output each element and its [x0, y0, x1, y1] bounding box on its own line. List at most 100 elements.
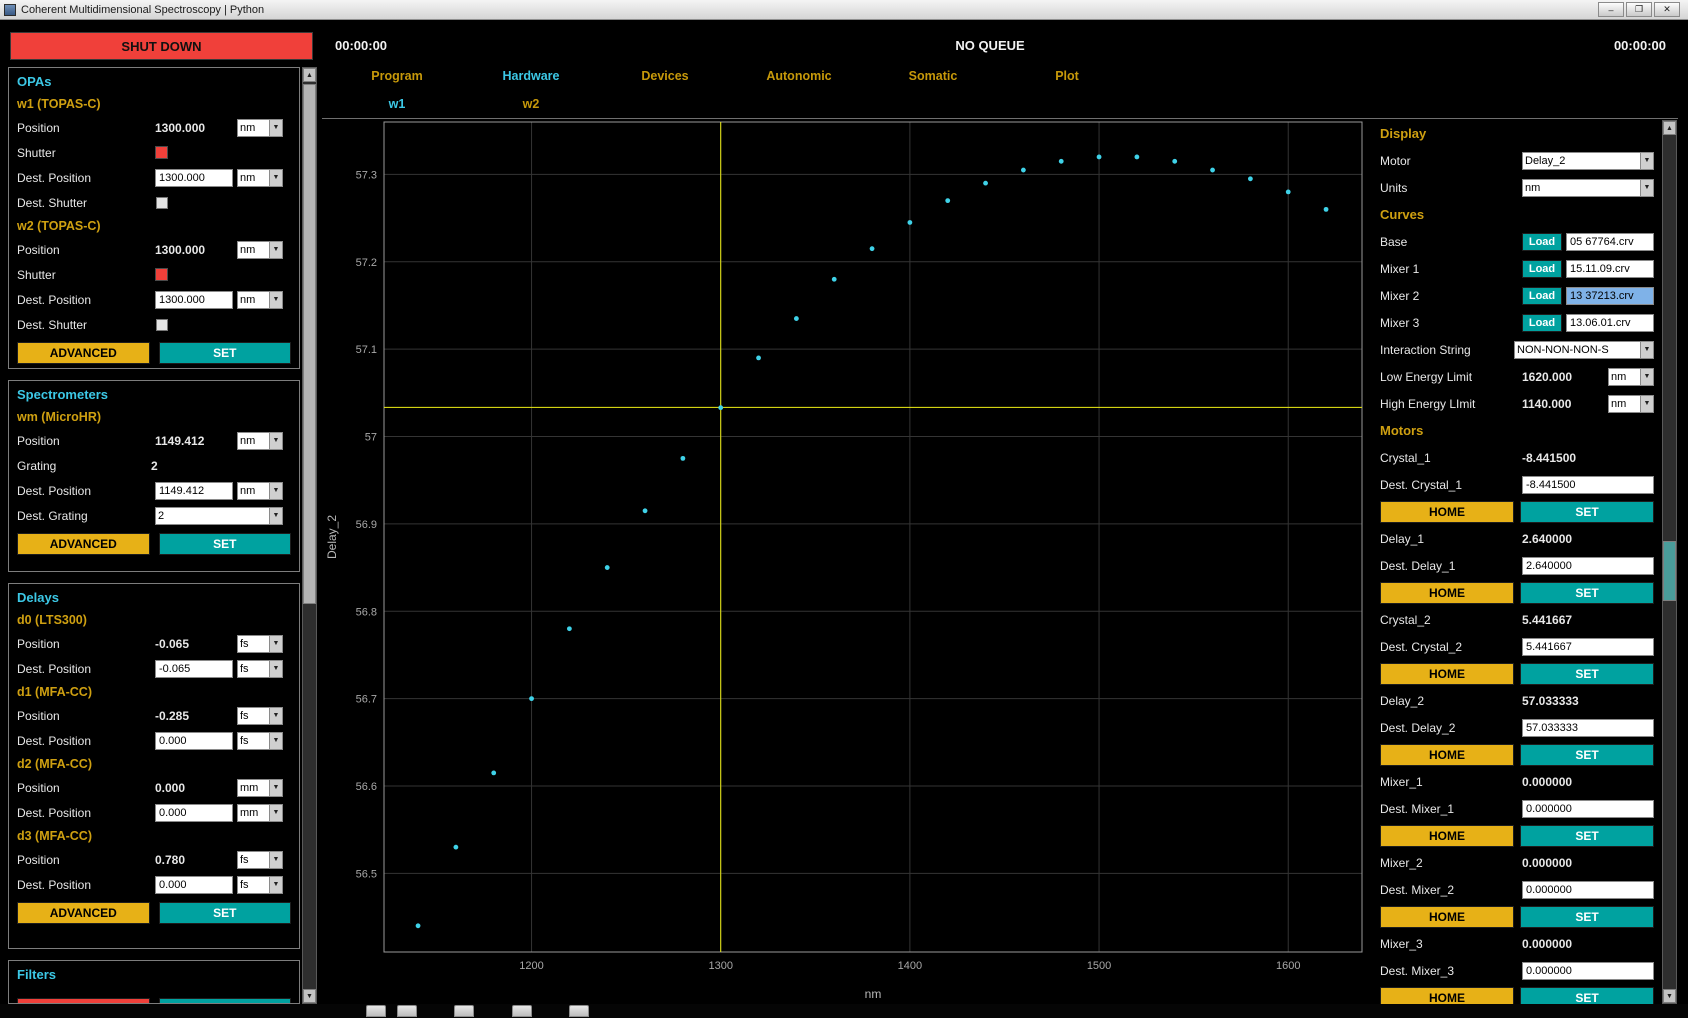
- set-button[interactable]: SET: [1520, 987, 1654, 1005]
- spectrometers-set-button[interactable]: SET: [159, 533, 292, 555]
- tab-plot[interactable]: Plot: [1000, 66, 1134, 87]
- dest-shutter-label: Dest. Shutter: [17, 196, 156, 210]
- home-button[interactable]: HOME: [1380, 582, 1514, 604]
- chevron-down-icon: ▼: [1640, 396, 1653, 412]
- tab-devices[interactable]: Devices: [598, 66, 732, 87]
- home-button[interactable]: HOME: [1380, 744, 1514, 766]
- scroll-up-icon[interactable]: ▲: [1663, 121, 1676, 135]
- dest-grating-combo[interactable]: 2▼: [155, 507, 283, 525]
- minimize-button[interactable]: –: [1598, 2, 1624, 17]
- units-combo[interactable]: mm▼: [237, 804, 283, 822]
- units-combo[interactable]: fs▼: [237, 732, 283, 750]
- units-combo[interactable]: fs▼: [237, 876, 283, 894]
- motor-dest-input[interactable]: [1522, 638, 1654, 656]
- units-combo[interactable]: fs▼: [237, 635, 283, 653]
- motor-dest-input[interactable]: [1522, 557, 1654, 575]
- home-button[interactable]: HOME: [1380, 825, 1514, 847]
- tuning-curve-plot[interactable]: 1200130014001500160056.556.656.756.856.9…: [322, 120, 1372, 1004]
- tab-somatic[interactable]: Somatic: [866, 66, 1000, 87]
- interaction-string-combo[interactable]: NON-NON-NON-S▼: [1514, 341, 1654, 359]
- motor-dest-input[interactable]: [1522, 476, 1654, 494]
- units-combo[interactable]: nm▼: [1608, 368, 1654, 386]
- motor-dest-input[interactable]: [1522, 962, 1654, 980]
- set-button[interactable]: SET: [1520, 744, 1654, 766]
- taskbar-icon[interactable]: [454, 1005, 474, 1017]
- panel-scrollbar[interactable]: ▲ ▼: [1662, 120, 1677, 1004]
- dest-position-input[interactable]: [155, 169, 233, 187]
- units-combo[interactable]: fs▼: [237, 707, 283, 725]
- home-button[interactable]: HOME: [1380, 906, 1514, 928]
- scrollbar-thumb[interactable]: [303, 84, 316, 604]
- units-combo[interactable]: nm▼: [1608, 395, 1654, 413]
- units-combo[interactable]: mm▼: [237, 779, 283, 797]
- home-button[interactable]: HOME: [1380, 663, 1514, 685]
- delays-advanced-button[interactable]: ADVANCED: [17, 902, 150, 924]
- load-button[interactable]: Load: [1522, 233, 1562, 251]
- tab-hardware[interactable]: Hardware: [464, 66, 598, 87]
- motor-combo[interactable]: Delay_2▼: [1522, 152, 1654, 170]
- shut-down-button[interactable]: SHUT DOWN: [10, 32, 313, 60]
- dest-position-input[interactable]: [155, 876, 233, 894]
- set-button[interactable]: SET: [1520, 501, 1654, 523]
- units-combo[interactable]: nm▼: [237, 119, 283, 137]
- units-combo[interactable]: nm▼: [237, 291, 283, 309]
- wm-dest-grating-row: Dest. Grating 2▼: [17, 503, 291, 528]
- spectrometers-advanced-button[interactable]: ADVANCED: [17, 533, 150, 555]
- taskbar-icon[interactable]: [397, 1005, 417, 1017]
- d1-position-row: Position -0.285 fs▼: [17, 703, 291, 728]
- scroll-down-icon[interactable]: ▼: [1663, 989, 1676, 1003]
- scroll-up-icon[interactable]: ▲: [303, 68, 316, 82]
- units-combo[interactable]: nm▼: [237, 169, 283, 187]
- motor-dest-input[interactable]: [1522, 881, 1654, 899]
- dest-shutter-checkbox[interactable]: [156, 319, 168, 331]
- tab-autonomic[interactable]: Autonomic: [732, 66, 866, 87]
- curve-file-input[interactable]: [1566, 260, 1654, 278]
- dest-position-input[interactable]: [155, 291, 233, 309]
- dest-position-label: Dest. Position: [17, 171, 155, 185]
- motor-dest-input[interactable]: [1522, 719, 1654, 737]
- plot-canvas[interactable]: 1200130014001500160056.556.656.756.856.9…: [322, 120, 1372, 1004]
- maximize-button[interactable]: ❐: [1626, 2, 1652, 17]
- curve-file-input[interactable]: [1566, 287, 1654, 305]
- spectrometers-title: Spectrometers: [17, 384, 291, 406]
- wm-dest-position-row: Dest. Position nm▼: [17, 478, 291, 503]
- set-button[interactable]: SET: [1520, 906, 1654, 928]
- dest-shutter-checkbox[interactable]: [156, 197, 168, 209]
- load-button[interactable]: Load: [1522, 314, 1562, 332]
- motor-dest-input[interactable]: [1522, 800, 1654, 818]
- set-button[interactable]: SET: [1520, 825, 1654, 847]
- units-combo[interactable]: nm▼: [1522, 179, 1654, 197]
- load-button[interactable]: Load: [1522, 287, 1562, 305]
- taskbar-icon[interactable]: [569, 1005, 589, 1017]
- opas-advanced-button[interactable]: ADVANCED: [17, 342, 150, 364]
- units-combo[interactable]: fs▼: [237, 660, 283, 678]
- sidebar-scrollbar[interactable]: ▲ ▼: [302, 67, 317, 1004]
- subtab-w1[interactable]: w1: [330, 94, 464, 115]
- curve-mixer3-row: Mixer 3 Load: [1376, 309, 1658, 336]
- close-button[interactable]: ✕: [1654, 2, 1680, 17]
- units-combo[interactable]: nm▼: [237, 241, 283, 259]
- taskbar-icon[interactable]: [512, 1005, 532, 1017]
- dest-position-input[interactable]: [155, 482, 233, 500]
- scrollbar-thumb[interactable]: [1663, 541, 1676, 601]
- units-combo[interactable]: fs▼: [237, 851, 283, 869]
- delays-set-button[interactable]: SET: [159, 902, 292, 924]
- units-combo[interactable]: nm▼: [237, 482, 283, 500]
- load-button[interactable]: Load: [1522, 260, 1562, 278]
- dest-position-input[interactable]: [155, 732, 233, 750]
- units-combo[interactable]: nm▼: [237, 432, 283, 450]
- svg-text:1600: 1600: [1276, 960, 1300, 972]
- set-button[interactable]: SET: [1520, 663, 1654, 685]
- scroll-down-icon[interactable]: ▼: [303, 989, 316, 1003]
- tab-program[interactable]: Program: [330, 66, 464, 87]
- curve-file-input[interactable]: [1566, 233, 1654, 251]
- dest-position-input[interactable]: [155, 660, 233, 678]
- subtab-w2[interactable]: w2: [464, 94, 598, 115]
- set-button[interactable]: SET: [1520, 582, 1654, 604]
- curve-file-input[interactable]: [1566, 314, 1654, 332]
- dest-position-input[interactable]: [155, 804, 233, 822]
- opas-set-button[interactable]: SET: [159, 342, 292, 364]
- home-button[interactable]: HOME: [1380, 501, 1514, 523]
- home-button[interactable]: HOME: [1380, 987, 1514, 1005]
- taskbar-icon[interactable]: [366, 1005, 386, 1017]
